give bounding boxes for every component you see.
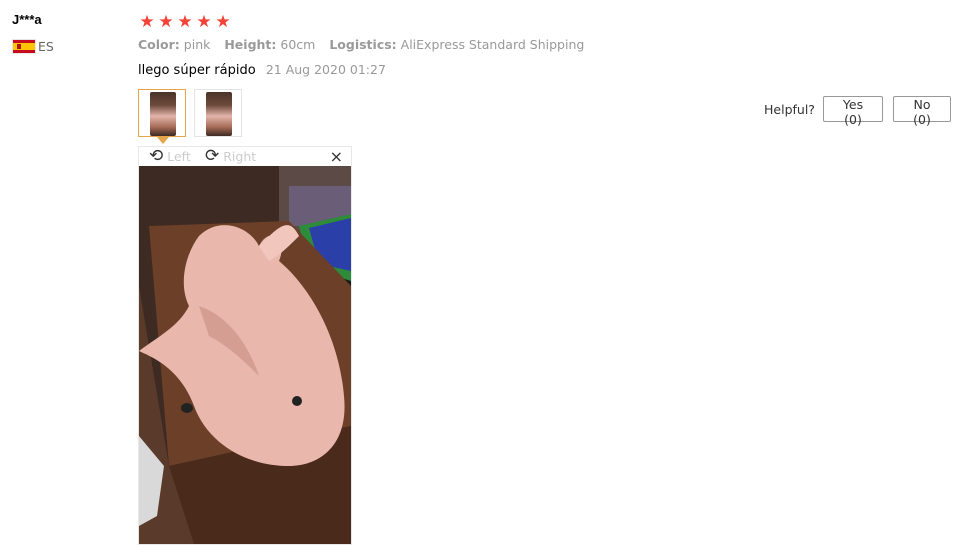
photo-thumbnail-image xyxy=(206,92,232,136)
rotate-left-label: Left xyxy=(167,149,191,164)
review-photo-thumbnail[interactable] xyxy=(194,89,242,137)
helpful-no-button[interactable]: No (0) xyxy=(893,96,951,127)
star-icon: ★ xyxy=(158,12,174,32)
review-photo-illustration xyxy=(139,166,351,544)
attr-color-value: pink xyxy=(183,37,211,52)
review-date: 21 Aug 2020 01:27 xyxy=(265,62,386,77)
review-text: llego súper rápido xyxy=(138,63,256,78)
rotate-left-icon: ⟲ xyxy=(149,146,164,166)
review-photo-large xyxy=(139,166,351,544)
close-icon[interactable]: × xyxy=(330,147,343,166)
rotate-left-button[interactable]: ⟲ Left xyxy=(149,147,191,166)
photo-thumbnail-image xyxy=(150,92,176,136)
rotate-right-button[interactable]: ⟳ Right xyxy=(205,147,256,166)
review-content: llego súper rápido 21 Aug 2020 01:27 xyxy=(138,62,386,78)
photo-viewer-toolbar: ⟲ Left ⟳ Right × xyxy=(139,147,351,166)
helpful-yes-button[interactable]: Yes (0) xyxy=(823,96,883,127)
attr-height-key: Height: xyxy=(224,37,277,52)
attr-color-key: Color: xyxy=(138,37,180,52)
helpful-label: Helpful? xyxy=(764,102,815,117)
rotate-right-label: Right xyxy=(223,149,257,164)
attr-logistics-value: AliExpress Standard Shipping xyxy=(400,37,585,52)
spain-flag-icon xyxy=(12,39,36,54)
attr-logistics-key: Logistics: xyxy=(329,37,397,52)
review-photo-thumbnail[interactable] xyxy=(138,89,186,137)
photo-viewer: ⟲ Left ⟳ Right × xyxy=(138,146,352,545)
star-icon: ★ xyxy=(139,12,155,32)
reviewer-name: J***a xyxy=(12,12,42,27)
selected-thumbnail-caret xyxy=(157,137,169,144)
star-rating: ★ ★ ★ ★ ★ xyxy=(138,12,232,32)
attr-height-value: 60cm xyxy=(280,37,316,52)
reviewer-country: ES xyxy=(38,39,54,54)
star-icon: ★ xyxy=(215,12,231,32)
star-icon: ★ xyxy=(196,12,212,32)
rotate-right-icon: ⟳ xyxy=(205,146,220,166)
order-attributes: Color: pink Height: 60cm Logistics: AliE… xyxy=(138,37,594,52)
star-icon: ★ xyxy=(177,12,193,32)
